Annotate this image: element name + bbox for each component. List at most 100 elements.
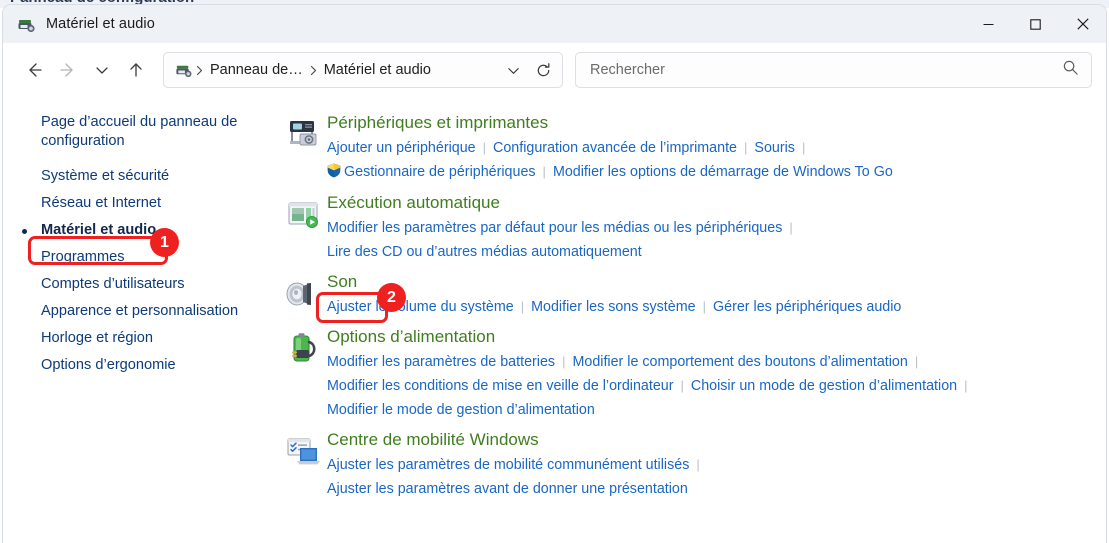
section-title[interactable]: Son [327,270,357,294]
search-icon[interactable] [1062,59,1079,81]
link-edit-power-plan[interactable]: Modifier le mode de gestion d’alimentati… [327,402,595,418]
section-links-row: Modifier le mode de gestion d’alimentati… [327,398,1098,422]
link-change-sleep-settings[interactable]: Modifier les conditions de mise en veill… [327,378,673,394]
section-links-row: Modifier les conditions de mise en veill… [327,374,1098,398]
link-change-battery-settings[interactable]: Modifier les paramètres de batteries [327,354,555,370]
link-adjust-system-volume[interactable]: Ajuster le volume du système [327,299,514,315]
section-links-row: Lire des CD ou d’autres médias automatiq… [327,240,1098,264]
sidebar-item-label: Matériel et audio [41,222,157,238]
link-separator: | [789,220,793,235]
sidebar-item-label: Page d’accueil du panneau de configurati… [41,114,238,149]
section-sound: Son Ajuster le volume du système | Modifie… [271,270,1106,319]
section-links-row: Ajuster les paramètres de mobilité commu… [327,453,1098,477]
forward-button[interactable] [51,54,85,86]
sidebar: Page d’accueil du panneau de configurati… [3,97,271,543]
section-title[interactable]: Options d’alimentation [327,325,495,349]
sidebar-item-hardware-and-sound[interactable]: Matériel et audio [3,217,271,244]
link-device-manager[interactable]: Gestionnaire de périphériques [344,164,536,180]
sidebar-item-ease-of-access[interactable]: Options d’ergonomie [3,352,271,379]
section-title[interactable]: Périphériques et imprimantes [327,111,548,135]
section-links-row: Modifier les paramètres par défaut pour … [327,216,1098,240]
link-mouse[interactable]: Souris [754,140,795,156]
sidebar-item-user-accounts[interactable]: Comptes d’utilisateurs [3,271,271,298]
control-panel-window: Matériel et audio Panneau de… Matériel e… [2,4,1107,543]
section-title[interactable]: Exécution automatique [327,191,500,215]
sidebar-item-appearance-and-personalization[interactable]: Apparence et personnalisation [3,298,271,325]
breadcrumb-item-hardware-and-sound[interactable]: Matériel et audio [319,59,436,81]
link-add-device[interactable]: Ajouter un périphérique [327,140,476,156]
section-title[interactable]: Centre de mobilité Windows [327,428,539,452]
current-item-bullet-icon [22,229,27,234]
link-windows-to-go-startup[interactable]: Modifier les options de démarrage de Win… [553,164,893,180]
sidebar-item-control-panel-home[interactable]: Page d’accueil du panneau de configurati… [3,109,271,153]
link-advanced-printer-setup[interactable]: Configuration avancée de l’imprimante [493,140,737,156]
title-bar: Matériel et audio [3,5,1106,43]
up-button[interactable] [119,54,153,86]
link-separator: | [520,299,525,314]
uac-shield-icon [327,162,341,185]
link-separator: | [562,354,566,369]
link-separator: | [542,164,546,179]
link-change-default-media-settings[interactable]: Modifier les paramètres par défaut pour … [327,220,782,236]
sidebar-item-label: Apparence et personnalisation [41,303,239,319]
section-links-row: Modifier les paramètres de batteries | Mod… [327,350,1098,374]
sidebar-item-network-and-internet[interactable]: Réseau et Internet [3,190,271,217]
section-autoplay: Exécution automatique Modifier les param… [271,191,1106,264]
breadcrumb-separator [308,65,319,76]
link-adjust-mobility-settings[interactable]: Ajuster les paramètres de mobilité commu… [327,457,689,473]
section-devices-and-printers: Périphériques et imprimantes Ajouter un … [271,111,1106,185]
link-change-power-button-behavior[interactable]: Modifier le comportement des boutons d’a… [572,354,907,370]
link-change-system-sounds[interactable]: Modifier les sons système [531,299,695,315]
recent-locations-chevron-down-icon[interactable] [85,54,119,86]
devices-printers-icon [271,111,327,185]
section-links-row: Ajuster les paramètres avant de donner u… [327,477,1098,501]
link-separator: | [801,140,806,155]
link-play-cds-automatically[interactable]: Lire des CD ou d’autres médias automatiq… [327,244,642,260]
sections-list: Périphériques et imprimantes Ajouter un … [271,97,1106,543]
link-separator: | [482,140,487,155]
devices-printers-icon [16,14,36,34]
refresh-icon[interactable] [528,55,558,85]
maximize-button[interactable] [1012,5,1059,43]
search-input[interactable] [590,62,1062,78]
section-links-row: Ajuster le volume du système | Modifier le… [327,295,1098,319]
back-button[interactable] [17,54,51,86]
autoplay-icon [271,191,327,264]
address-chevron-down-icon[interactable] [498,55,528,85]
speaker-icon [271,270,327,319]
sidebar-item-label: Système et sécurité [41,168,170,184]
section-links-row: Gestionnaire de périphériques | Modifier l… [327,160,1098,185]
link-separator: | [964,378,968,393]
window-controls [965,5,1106,43]
sidebar-item-programs[interactable]: Programmes [3,244,271,271]
mobility-center-icon [271,428,327,501]
link-separator: | [914,354,919,369]
section-power-options: Options d’alimentation Modifier les para… [271,325,1106,422]
link-adjust-presentation-settings[interactable]: Ajuster les paramètres avant de donner u… [327,481,688,497]
window-title: Matériel et audio [46,16,155,32]
link-separator: | [680,378,684,393]
breadcrumb-item-control-panel[interactable]: Panneau de… [205,59,308,81]
link-separator: | [702,299,706,314]
navigation-toolbar: Panneau de… Matériel et audio [3,43,1106,97]
control-panel-icon [174,60,194,80]
section-body: Centre de mobilité Windows Ajuster les p… [327,428,1106,501]
link-separator: | [696,457,700,472]
breadcrumb-separator [194,65,205,76]
sidebar-item-label: Programmes [41,249,125,265]
sidebar-item-system-and-security[interactable]: Système et sécurité [3,163,271,190]
address-bar[interactable]: Panneau de… Matériel et audio [163,52,563,88]
link-manage-audio-devices[interactable]: Gérer les périphériques audio [713,299,901,315]
section-body: Son Ajuster le volume du système | Modifie… [327,270,1106,319]
section-body: Exécution automatique Modifier les param… [327,191,1106,264]
section-body: Périphériques et imprimantes Ajouter un … [327,111,1106,185]
minimize-button[interactable] [965,5,1012,43]
link-choose-power-plan[interactable]: Choisir un mode de gestion d’alimentatio… [691,378,957,394]
sidebar-item-label: Horloge et région [41,330,153,346]
link-separator: | [744,140,748,155]
power-battery-icon [271,325,327,422]
sidebar-item-clock-and-region[interactable]: Horloge et région [3,325,271,352]
close-button[interactable] [1059,5,1106,43]
search-box[interactable] [575,52,1092,88]
